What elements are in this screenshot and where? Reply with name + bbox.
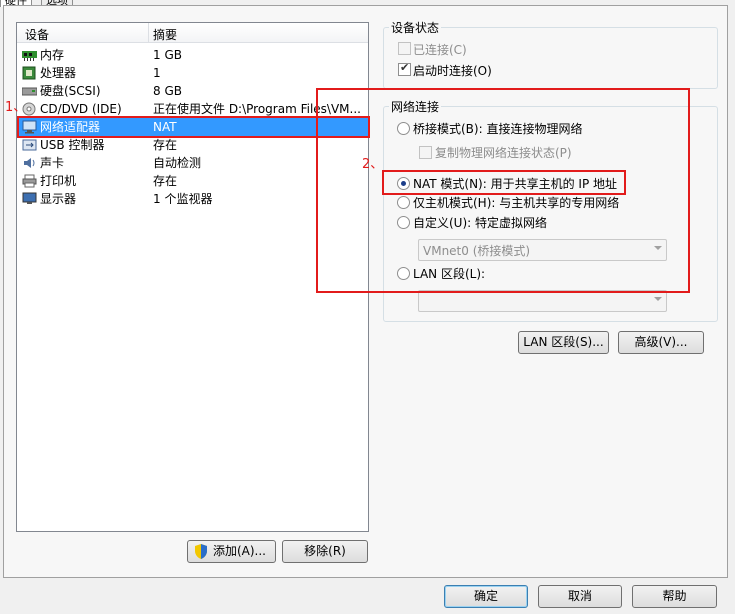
device-name: 内存 — [40, 48, 65, 62]
device-row-cpu[interactable]: 处理器 1 — [17, 64, 368, 82]
printer-icon — [22, 174, 37, 188]
usb-icon — [22, 139, 37, 151]
device-name: USB 控制器 — [40, 138, 105, 152]
add-button[interactable]: 添加(A)... — [187, 540, 276, 563]
cancel-button-label: 取消 — [567, 589, 592, 603]
column-summary[interactable]: 摘要 — [153, 26, 177, 43]
device-status-title: 设备状态 — [389, 19, 442, 36]
uac-shield-icon — [195, 544, 207, 559]
device-status-group — [383, 27, 718, 89]
remove-button[interactable]: 移除(R) — [282, 540, 368, 563]
device-summary: 1 — [153, 66, 161, 80]
annotation-box-nat — [382, 170, 626, 195]
help-button[interactable]: 帮助 — [632, 585, 717, 608]
monitor-icon — [22, 192, 37, 204]
device-name: 打印机 — [40, 174, 77, 188]
cancel-button[interactable]: 取消 — [538, 585, 622, 608]
sound-card-icon — [24, 158, 35, 168]
device-row-memory[interactable]: 内存 1 GB — [17, 46, 368, 64]
device-name: 硬盘(SCSI) — [40, 84, 101, 98]
lan-segments-button[interactable]: LAN 区段(S)... — [518, 331, 609, 354]
connected-checkbox[interactable] — [398, 42, 411, 55]
lan-segments-button-label: LAN 区段(S)... — [523, 335, 604, 349]
connect-at-power-on-checkbox[interactable]: ✔ — [398, 61, 411, 76]
remove-button-label: 移除(R) — [304, 544, 346, 558]
annotation-number-2: 2、 — [362, 157, 384, 172]
cpu-icon — [22, 66, 36, 80]
help-button-label: 帮助 — [662, 589, 687, 603]
device-summary: 1 GB — [153, 48, 182, 62]
connect-at-power-on-label: 启动时连接(O) — [413, 64, 492, 78]
device-name: 显示器 — [40, 192, 77, 206]
annotation-number-1: 1、 — [5, 100, 27, 115]
ok-button[interactable]: 确定 — [444, 585, 528, 608]
column-device[interactable]: 设备 — [25, 26, 49, 43]
device-name: 声卡 — [40, 156, 65, 170]
advanced-button-label: 高级(V)... — [634, 335, 688, 349]
advanced-button[interactable]: 高级(V)... — [618, 331, 704, 354]
memory-icon — [22, 51, 37, 61]
check-mark-icon: ✔ — [400, 61, 410, 74]
device-list-header: 设备 摘要 — [17, 23, 368, 43]
add-button-label: 添加(A)... — [212, 544, 267, 558]
lan-segment-select[interactable] — [418, 290, 667, 312]
ok-button-label: 确定 — [473, 589, 498, 603]
chevron-down-icon — [654, 297, 662, 301]
device-name: 处理器 — [40, 66, 77, 80]
connected-label: 已连接(C) — [413, 43, 467, 57]
